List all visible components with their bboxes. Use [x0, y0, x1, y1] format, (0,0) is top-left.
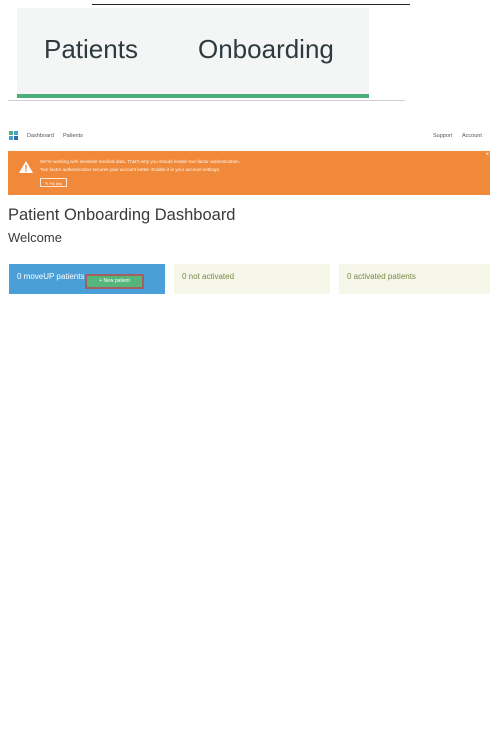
close-icon[interactable]: ×: [485, 152, 489, 158]
new-patient-button[interactable]: + New patient: [85, 274, 144, 289]
zoomed-header-callout: Patients Onboarding: [17, 8, 369, 94]
zoom-active-underline: [17, 94, 369, 98]
two-factor-alert: We're working with sensitive medical dat…: [8, 151, 490, 195]
not-activated-card[interactable]: 0 not activated: [174, 264, 330, 294]
top-navbar: Dashboard Patients Support Account: [9, 131, 490, 143]
alert-message-line-1: We're working with sensitive medical dat…: [40, 159, 240, 164]
zoomed-onboarding-label: Onboarding: [198, 34, 334, 64]
activated-patients-card[interactable]: 0 activated patients: [339, 264, 490, 294]
top-divider: [92, 4, 410, 5]
page-title: Patient Onboarding Dashboard: [8, 206, 236, 224]
app-logo-icon[interactable]: [9, 131, 18, 140]
warning-icon: [19, 161, 33, 173]
nav-support-link[interactable]: Support: [433, 133, 452, 139]
nav-dashboard-link[interactable]: Dashboard: [27, 133, 54, 139]
zoomed-patients-label: Patients: [44, 34, 138, 64]
nav-patients-link[interactable]: Patients: [63, 133, 83, 139]
nav-account-menu[interactable]: Account: [462, 133, 482, 139]
page-subtitle: Welcome: [8, 230, 62, 245]
alert-message-line-2: Two factor authentication secures your a…: [40, 167, 221, 172]
activated-patients-count: 0 activated patients: [347, 272, 416, 281]
not-activated-count: 0 not activated: [182, 272, 235, 281]
zoom-divider: [8, 100, 405, 101]
fix-this-button[interactable]: ✎ Fix this: [40, 178, 68, 187]
moveup-patients-count: 0 moveUP patients: [17, 272, 85, 281]
